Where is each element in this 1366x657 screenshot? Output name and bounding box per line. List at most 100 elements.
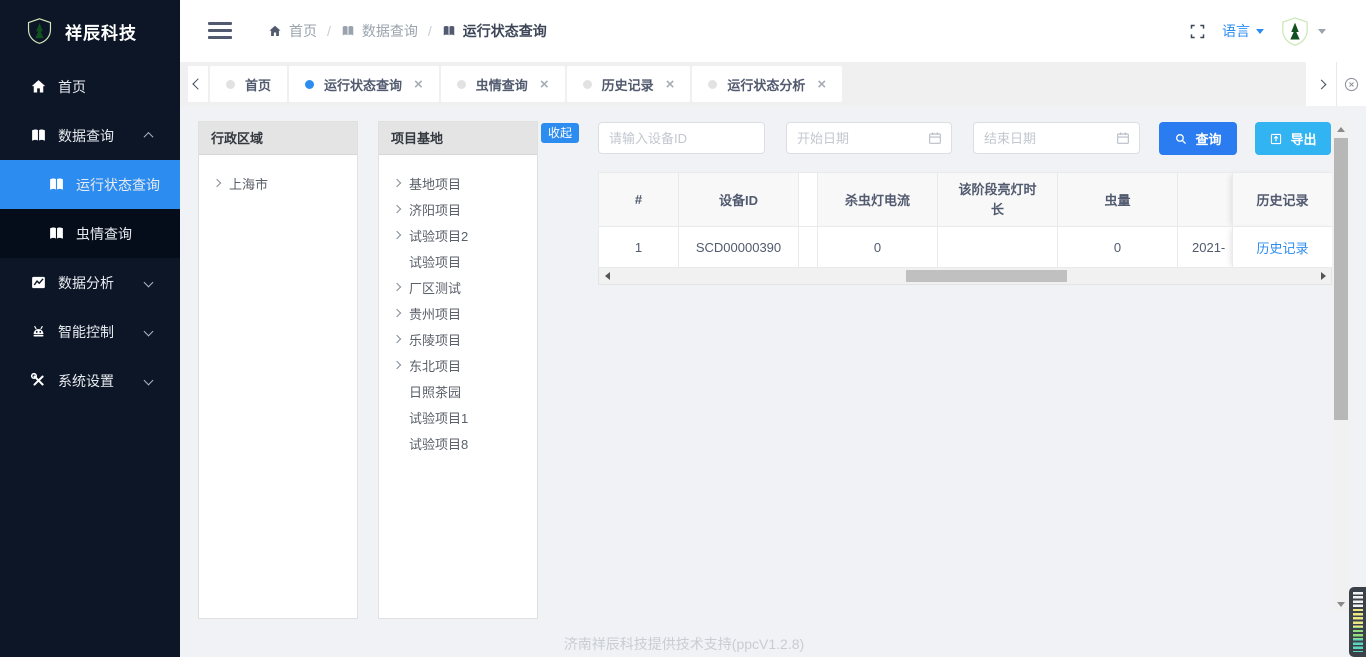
breadcrumb-item-home[interactable]: 首页 [268, 21, 317, 41]
cell-time-clipped: 2021- [1178, 227, 1233, 268]
expand-arrow-icon[interactable] [393, 283, 401, 291]
tree-node[interactable]: 乐陵项目 [379, 326, 537, 352]
minimap-widget [1349, 587, 1366, 657]
footer-text: 济南祥辰科技提供技术支持(ppcV1.2.8) [564, 634, 804, 654]
region-panel: 行政区域 上海市 [198, 121, 358, 619]
tools-icon [30, 372, 47, 389]
cell-device-id: SCD00000390 [679, 227, 799, 268]
device-id-input[interactable] [598, 122, 765, 154]
scroll-right-arrow-icon[interactable] [1315, 268, 1331, 284]
close-icon[interactable]: × [414, 77, 423, 92]
table-horizontal-scrollbar[interactable] [598, 268, 1332, 285]
tree-node-shanghai[interactable]: 上海市 [199, 170, 357, 196]
tree-node[interactable]: 厂区测试 [379, 274, 537, 300]
breadcrumb-separator: / [428, 23, 432, 39]
tabs-scroll-left-button[interactable] [188, 66, 208, 102]
expand-arrow-icon[interactable] [393, 179, 401, 187]
sidebar-item-data-query[interactable]: 数据查询 [0, 111, 180, 160]
sidebar-item-smart-control[interactable]: 智能控制 [0, 307, 180, 356]
device-id-field-wrap [598, 122, 765, 154]
expand-arrow-icon[interactable] [393, 205, 401, 213]
tree-node[interactable]: 试验项目1 [379, 404, 537, 430]
sidebar-item-label: 首页 [58, 77, 86, 97]
tree-node[interactable]: 试验项目2 [379, 222, 537, 248]
start-date-field-wrap [786, 122, 952, 154]
history-record-link[interactable]: 历史记录 [1256, 241, 1308, 256]
expand-arrow-icon[interactable] [213, 179, 221, 187]
tree-node[interactable]: 试验项目 [379, 248, 537, 274]
close-all-tabs-button[interactable] [1336, 62, 1366, 106]
scroll-up-arrow-icon[interactable] [1332, 121, 1349, 137]
scroll-down-arrow-icon[interactable] [1332, 596, 1349, 612]
tab-history[interactable]: 历史记录 × [567, 66, 691, 102]
breadcrumb-label: 首页 [289, 21, 317, 41]
close-icon[interactable]: × [666, 77, 675, 92]
query-button[interactable]: 查询 [1159, 122, 1237, 155]
tree-node[interactable]: 东北项目 [379, 352, 537, 378]
cell-index: 1 [599, 227, 679, 268]
collapse-panels-button[interactable]: 收起 [541, 123, 579, 143]
calendar-icon [927, 130, 943, 146]
tab-dot-icon [305, 80, 314, 89]
tree-node[interactable]: 贵州项目 [379, 300, 537, 326]
tabs-scroll-right-button[interactable] [1306, 62, 1336, 106]
user-menu[interactable] [1280, 16, 1326, 47]
tab-label: 历史记录 [602, 75, 654, 94]
brand-header: 祥辰科技 [0, 0, 180, 62]
tree-node-label: 试验项目 [409, 252, 461, 271]
avatar [1280, 16, 1310, 47]
sidebar-nav: 首页 数据查询 运行状态查询 虫情查询 数据分析 [0, 62, 180, 405]
app-window: 祥辰科技 首页 数据查询 运行状态查询 虫情查询 [0, 0, 1366, 657]
chevron-down-icon [144, 278, 154, 288]
sidebar-item-system-settings[interactable]: 系统设置 [0, 356, 180, 405]
tab-label: 运行状态查询 [324, 75, 402, 94]
tree-node[interactable]: 日照茶园 [379, 378, 537, 404]
chevron-down-icon [1256, 29, 1264, 34]
vertical-scrollbar-thumb[interactable] [1334, 138, 1348, 420]
sidebar-item-run-status-query[interactable]: 运行状态查询 [0, 160, 180, 209]
tree-node[interactable]: 基地项目 [379, 170, 537, 196]
fullscreen-icon[interactable] [1189, 23, 1206, 40]
hamburger-menu-button[interactable] [208, 22, 232, 40]
export-button-label: 导出 [1290, 129, 1316, 148]
sidebar-item-home[interactable]: 首页 [0, 62, 180, 111]
chevron-left-icon [192, 78, 203, 89]
project-panel-title: 项目基地 [379, 122, 537, 155]
tab-run-status-analysis[interactable]: 运行状态分析 × [692, 66, 842, 102]
col-time-clipped [1178, 173, 1233, 227]
magnifier-icon [1174, 132, 1188, 146]
circled-close-icon [1343, 76, 1360, 93]
chevron-up-icon [144, 132, 154, 142]
tab-strip: 首页 运行状态查询 × 虫情查询 × 历史记录 × 运行状态分析 × [180, 62, 1366, 106]
cell-light-duration [938, 227, 1058, 268]
tab-home[interactable]: 首页 [210, 66, 287, 102]
scroll-left-arrow-icon[interactable] [599, 268, 615, 284]
expand-arrow-icon[interactable] [393, 335, 401, 343]
sidebar-item-pest-query[interactable]: 虫情查询 [0, 209, 180, 258]
calendar-icon [1115, 130, 1131, 146]
tree-node[interactable]: 试验项目8 [379, 430, 537, 456]
content-vertical-scrollbar[interactable] [1332, 121, 1349, 612]
cell-insect-count: 0 [1058, 227, 1178, 268]
horizontal-scrollbar-thumb[interactable] [906, 270, 1067, 282]
tree-node[interactable]: 济阳项目 [379, 196, 537, 222]
expand-arrow-icon[interactable] [393, 361, 401, 369]
expand-arrow-icon[interactable] [393, 309, 401, 317]
breadcrumb: 首页 / 数据查询 / 运行状态查询 [268, 0, 547, 62]
export-button[interactable]: 导出 [1255, 122, 1331, 155]
results-table: # 设备ID 杀虫灯电流 该阶段亮灯时长 虫量 历史记录 1 SCD000003… [598, 172, 1333, 268]
close-icon[interactable]: × [540, 77, 549, 92]
close-icon[interactable]: × [817, 77, 826, 92]
tab-pest-query[interactable]: 虫情查询 × [441, 66, 565, 102]
book-icon [341, 24, 355, 38]
minimap-stripes [1353, 592, 1363, 652]
chevron-right-icon [1316, 79, 1326, 89]
expand-arrow-icon[interactable] [393, 231, 401, 239]
breadcrumb-item-data-query[interactable]: 数据查询 [341, 21, 418, 41]
language-selector[interactable]: 语言 [1222, 21, 1264, 41]
sidebar-item-data-analysis[interactable]: 数据分析 [0, 258, 180, 307]
col-clipped [799, 173, 818, 227]
tab-run-status-query[interactable]: 运行状态查询 × [289, 66, 439, 102]
chevron-down-icon [1318, 29, 1326, 34]
tab-strip-controls [1306, 62, 1366, 106]
